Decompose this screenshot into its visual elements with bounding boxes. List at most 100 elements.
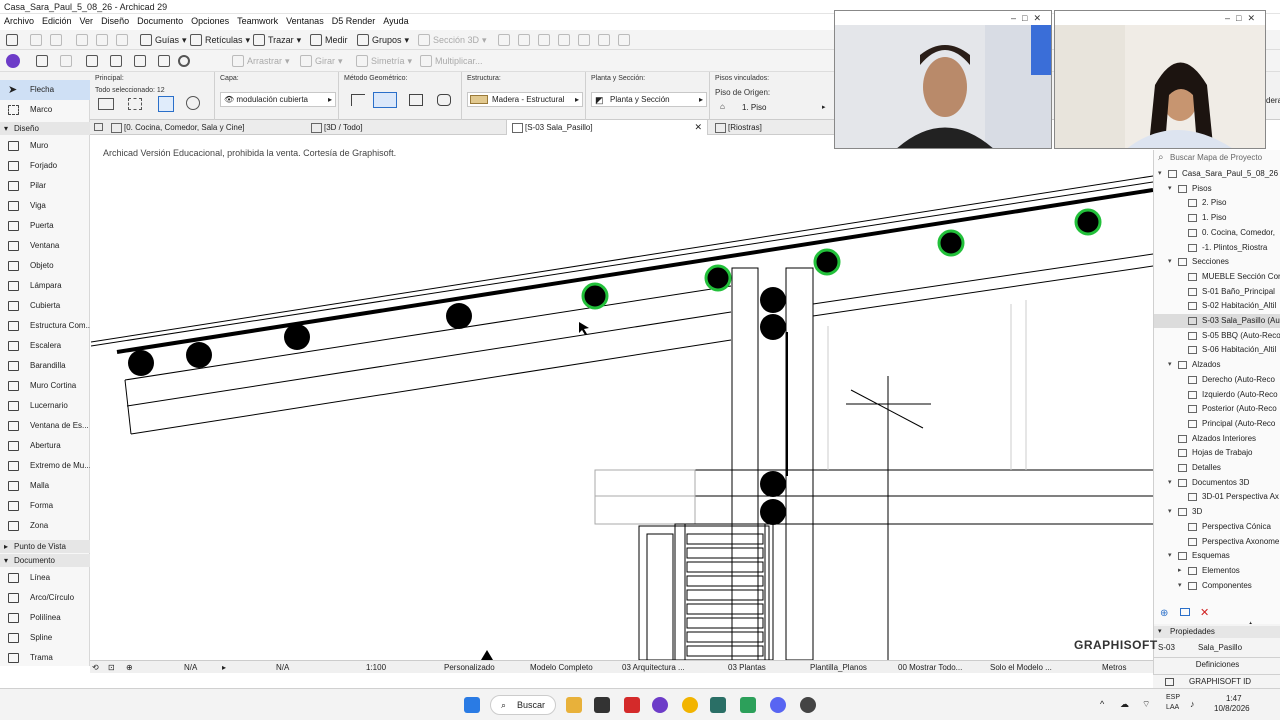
girar-button[interactable]: Girar ▾ [300, 54, 343, 68]
navigator-item[interactable]: ▾ 3D [1154, 505, 1280, 519]
cube-icon[interactable] [36, 54, 48, 68]
sketch-app-icon[interactable] [710, 697, 726, 713]
tool-zona[interactable]: Zona [0, 516, 90, 536]
zoom-fit-icon[interactable]: ⊡ [108, 661, 115, 674]
multiplicar-button[interactable]: Multiplicar... [420, 54, 483, 68]
section-canvas[interactable]: Archicad Versión Educacional, prohibida … [91, 136, 1153, 660]
navigator-item[interactable]: ▾ Pisos [1154, 182, 1280, 196]
navigator-search-input[interactable]: Buscar Mapa de Proyecto [1156, 151, 1278, 165]
properties-header[interactable]: ▾ Propiedades [1154, 626, 1280, 638]
undo-view-icon[interactable]: ⟲ [92, 661, 99, 674]
tool-malla[interactable]: Malla [0, 476, 90, 496]
navigator-item[interactable]: Derecho (Auto-Reco [1154, 373, 1280, 387]
tool-polilínea[interactable]: Polilínea [0, 608, 90, 628]
navigator-item[interactable]: ▾ Documentos 3D [1154, 476, 1280, 490]
renovation-filter[interactable]: Plantilla_Planos [810, 661, 867, 674]
group-diseno[interactable]: Diseño [0, 122, 90, 135]
camera-icon[interactable] [110, 54, 122, 68]
chrome-icon[interactable] [682, 697, 698, 713]
guias-button[interactable]: Guías ▾ [140, 33, 187, 47]
app-icon[interactable] [594, 697, 610, 713]
tray-chevron-icon[interactable]: ^ [1100, 699, 1104, 709]
navigator-item[interactable]: ▾ Casa_Sara_Paul_5_08_26 [1154, 167, 1280, 181]
lang-code[interactable]: ESP [1166, 694, 1180, 701]
menu-opciones[interactable]: Opciones [187, 14, 233, 28]
webcam-window-1[interactable]: –□✕ [834, 10, 1052, 149]
webcam-window-2[interactable]: –□✕ [1054, 10, 1266, 149]
single-method-icon[interactable] [351, 94, 365, 106]
tool-forma[interactable]: Forma [0, 496, 90, 516]
menu-ver[interactable]: Ver [76, 14, 98, 28]
tool-trama[interactable]: Trama [0, 648, 90, 668]
arrastrar-button[interactable]: Arrastrar ▾ [232, 54, 290, 68]
tab-overview-icon[interactable] [94, 123, 103, 131]
seccion3d-button[interactable]: Sección 3D ▾ [418, 33, 487, 47]
graphisoft-id-button[interactable]: GRAPHISOFT ID [1153, 674, 1280, 688]
group-documento[interactable]: Documento [0, 554, 90, 567]
expand-arrow-icon[interactable]: ▾ [1168, 476, 1172, 490]
eyedropper-icon[interactable] [96, 33, 108, 47]
story-next-icon[interactable]: ▸ [822, 103, 826, 111]
navigator-item[interactable]: Izquierdo (Auto-Reco [1154, 388, 1280, 402]
navigator-item[interactable]: ▾ Esquemas [1154, 549, 1280, 563]
angle-value[interactable]: N/A [276, 661, 289, 674]
angle-icon[interactable] [186, 96, 200, 110]
navigator-item[interactable]: Detalles [1154, 461, 1280, 475]
definiciones-button[interactable]: Definiciones [1154, 657, 1280, 670]
graphic-override[interactable]: 03 Plantas [728, 661, 766, 674]
discord-icon[interactable] [770, 697, 786, 713]
rotate-view-icon[interactable] [158, 96, 174, 112]
navigator-item[interactable]: 2. Piso [1154, 196, 1280, 210]
section-drawing[interactable] [91, 136, 1153, 660]
pen-set[interactable]: 03 Arquitectura ... [622, 661, 685, 674]
next-icon[interactable]: ▸ [222, 661, 226, 674]
navigator-item[interactable]: 1. Piso [1154, 211, 1280, 225]
navigator-item[interactable]: S-06 Habitación_Altil [1154, 343, 1280, 357]
marquee-icon[interactable] [128, 98, 142, 110]
medir-button[interactable]: Medir [310, 33, 348, 47]
navigator-item[interactable]: 0. Cocina, Comedor, [1154, 226, 1280, 240]
wifi-icon[interactable]: ⌔ [1142, 699, 1150, 710]
select-all-icon[interactable] [98, 98, 114, 110]
menu-d5render[interactable]: D5 Render [328, 14, 380, 28]
home-icon[interactable] [6, 33, 18, 47]
navigator-item[interactable]: ▾ Secciones [1154, 255, 1280, 269]
clock-date[interactable]: 10/8/2026 [1214, 704, 1250, 713]
scale-value[interactable]: 1:100 [366, 661, 386, 674]
navigator-item[interactable]: Perspectiva Axonome [1154, 535, 1280, 549]
menu-archivo[interactable]: Archivo [0, 14, 38, 28]
navigator-item[interactable]: -1. Plintos_Riostra [1154, 241, 1280, 255]
navigator-item[interactable]: S-03 Sala_Pasillo (Au [1154, 314, 1280, 328]
grid-snap-icon[interactable] [598, 33, 610, 47]
rotated-rect-icon[interactable] [409, 94, 423, 106]
navigator-item[interactable]: Posterior (Auto-Reco [1154, 402, 1280, 416]
grupos-button[interactable]: Grupos ▾ [357, 33, 409, 47]
group-punto-vista[interactable]: Punto de Vista [0, 540, 90, 553]
trazar-button[interactable]: Trazar ▾ [253, 33, 301, 47]
layer-select[interactable]: 👁 modulación cubierta ▸ [220, 92, 336, 107]
tool-barandilla[interactable]: Barandilla [0, 356, 90, 376]
tool-forjado[interactable]: Forjado [0, 156, 90, 176]
network-icon[interactable]: ☁ [1120, 699, 1129, 710]
expand-arrow-icon[interactable]: ▾ [1168, 182, 1172, 196]
redo-icon[interactable] [50, 33, 62, 47]
navigator-item[interactable]: S-01 Baño_Principal [1154, 285, 1280, 299]
render-icon[interactable] [134, 54, 146, 68]
tool-lámpara[interactable]: Lámpara [0, 276, 90, 296]
add-view-icon[interactable]: ⊕ [1160, 608, 1168, 619]
clock-time[interactable]: 1:47 [1226, 694, 1242, 703]
tool-viga[interactable]: Viga [0, 196, 90, 216]
expand-arrow-icon[interactable]: ▸ [1178, 564, 1182, 578]
menu-edicion[interactable]: Edición [38, 14, 76, 28]
trace-ref-icon[interactable] [618, 33, 630, 47]
round-method-icon[interactable] [437, 94, 451, 106]
tool-puerta[interactable]: Puerta [0, 216, 90, 236]
rectangle-method-icon[interactable] [373, 92, 397, 108]
expand-arrow-icon[interactable]: ▾ [1158, 167, 1162, 181]
taskbar-search[interactable]: ⌕ Buscar [490, 695, 556, 715]
navigator-item[interactable]: S-05 BBQ (Auto-Reco [1154, 329, 1280, 343]
navigator-item[interactable]: MUEBLE Sección Cor [1154, 270, 1280, 284]
expand-arrow-icon[interactable]: ▾ [1168, 358, 1172, 372]
tool-muro-cortina[interactable]: Muro Cortina [0, 376, 90, 396]
units-value[interactable]: Metros [1102, 661, 1126, 674]
